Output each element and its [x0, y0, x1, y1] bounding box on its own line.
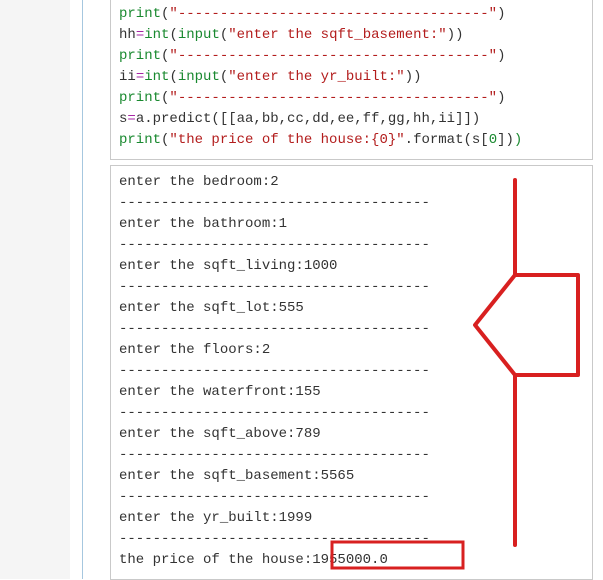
code-token: )	[497, 6, 505, 22]
output-line: enter the sqft_living:1000	[119, 256, 584, 277]
code-token: =	[136, 27, 144, 43]
code-token: "enter the sqft_basement:"	[228, 27, 446, 43]
output-line: -------------------------------------	[119, 319, 584, 340]
code-token: "-------------------------------------"	[169, 6, 497, 22]
output-line: -------------------------------------	[119, 445, 584, 466]
output-line: enter the sqft_basement:5565	[119, 466, 584, 487]
code-token: print	[119, 48, 161, 64]
code-token: )	[514, 132, 522, 148]
code-token: (	[169, 69, 177, 85]
cell-collapse-line	[82, 0, 83, 579]
output-line: enter the sqft_above:789	[119, 424, 584, 445]
code-line: print("---------------------------------…	[119, 4, 584, 25]
code-token: print	[119, 132, 161, 148]
output-line: -------------------------------------	[119, 403, 584, 424]
output-line: enter the waterfront:155	[119, 382, 584, 403]
code-token: int	[144, 69, 169, 85]
output-line: -------------------------------------	[119, 529, 584, 550]
code-token: ))	[405, 69, 422, 85]
code-token: "-------------------------------------"	[169, 48, 497, 64]
code-line: print("---------------------------------…	[119, 46, 584, 67]
code-token: (	[169, 27, 177, 43]
code-token: print	[119, 6, 161, 22]
code-cell[interactable]: print ( "---------------------------------…	[110, 0, 593, 160]
code-token: input	[178, 27, 220, 43]
code-token: 0	[489, 132, 497, 148]
output-line: enter the sqft_lot:555	[119, 298, 584, 319]
code-token: .format(s[	[405, 132, 489, 148]
output-line: -------------------------------------	[119, 361, 584, 382]
code-line: s=a.predict([[aa,bb,cc,dd,ee,ff,gg,hh,ii…	[119, 109, 584, 130]
output-line: -------------------------------------	[119, 487, 584, 508]
output-line: enter the bedroom:2	[119, 172, 584, 193]
code-line: print("---------------------------------…	[119, 88, 584, 109]
code-token: "-------------------------------------"	[169, 90, 497, 106]
code-line: ii=int(input("enter the yr_built:"))	[119, 67, 584, 88]
notebook-viewport: print ( "---------------------------------…	[0, 0, 603, 579]
output-line: the price of the house:1955000.0	[119, 550, 584, 571]
output-cell: enter the bedroom:2---------------------…	[110, 165, 593, 580]
code-token: a.predict([[aa,bb,cc,dd,ee,ff,gg,hh,ii]]…	[136, 111, 480, 127]
output-line: -------------------------------------	[119, 277, 584, 298]
output-line: enter the bathroom:1	[119, 214, 584, 235]
code-token: hh	[119, 27, 136, 43]
code-token: ii	[119, 69, 136, 85]
code-token: (	[220, 69, 228, 85]
code-token: print	[119, 90, 161, 106]
output-line: -------------------------------------	[119, 193, 584, 214]
code-token: =	[136, 69, 144, 85]
code-token: )	[497, 90, 505, 106]
code-token: input	[178, 69, 220, 85]
code-token: ))	[447, 27, 464, 43]
code-token: int	[144, 27, 169, 43]
code-token: =	[127, 111, 135, 127]
cell-gutter	[0, 0, 70, 579]
code-token: (	[220, 27, 228, 43]
code-line: hh=int(input("enter the sqft_basement:")…	[119, 25, 584, 46]
output-line: enter the yr_built:1999	[119, 508, 584, 529]
code-token: )	[497, 48, 505, 64]
output-line: -------------------------------------	[119, 235, 584, 256]
code-token: ])	[497, 132, 514, 148]
code-line: print("the price of the house:{0}".forma…	[119, 130, 584, 151]
output-line: enter the floors:2	[119, 340, 584, 361]
code-token: "enter the yr_built:"	[228, 69, 404, 85]
code-token: "the price of the house:{0}"	[169, 132, 404, 148]
